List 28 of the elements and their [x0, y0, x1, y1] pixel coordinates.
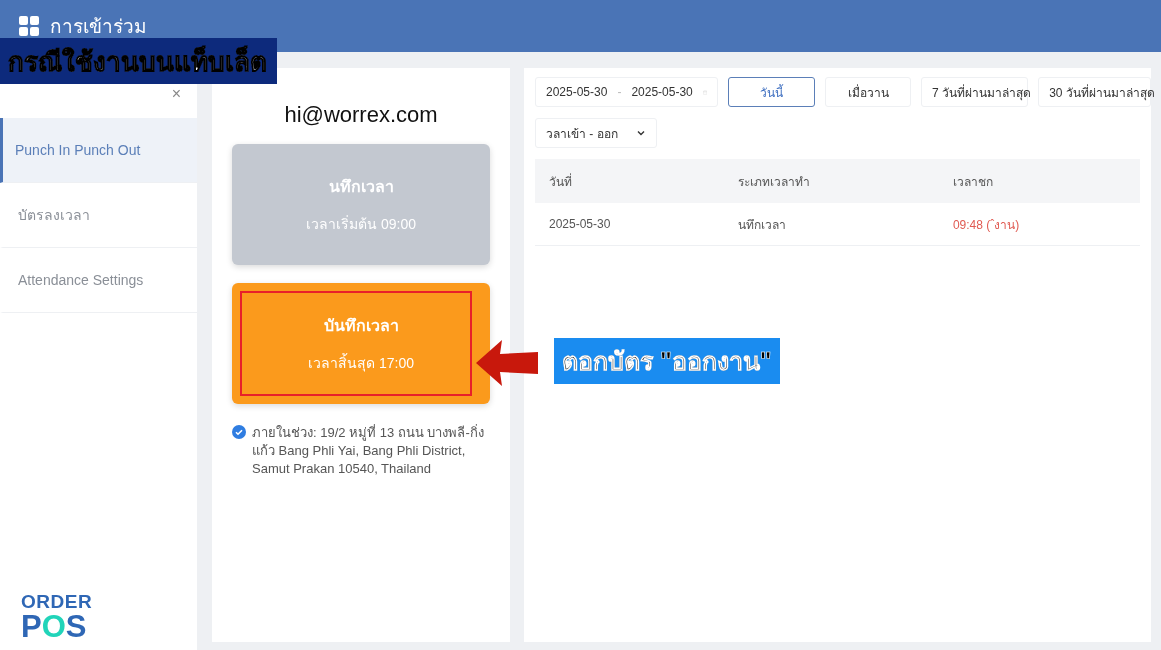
table-cell: 2025-05-30: [535, 203, 724, 246]
end-date: 2025-05-30: [631, 85, 693, 99]
column-header: ระเภทเวลาทำ: [723, 159, 939, 203]
location-text: ภายในช่วง: 19/2 หมู่ที่ 13 ถนน บางพลี-กิ่งแก้ว Bang Phli Yai, Bang Phli District, Samut Prakan 10540, Thailand: [252, 424, 485, 478]
logo-text: ORDER: [21, 592, 94, 611]
type-dropdown[interactable]: วลาเข้า - ออก: [535, 118, 657, 148]
table-cell: 09:48 (ˆงาน): [938, 203, 1140, 246]
arrow-icon: [474, 338, 540, 388]
date-range-field[interactable]: 2025-05-30 - 2025-05-30: [535, 77, 718, 107]
sidebar-item[interactable]: Punch In Punch Out: [0, 118, 197, 183]
column-header: เวลาชก: [938, 159, 1140, 203]
apps-grid-icon[interactable]: [18, 15, 40, 37]
table-cell: นทึกเวลา: [723, 203, 939, 246]
column-header: วันที่: [535, 159, 724, 203]
app-title: การเข้าร่วม: [50, 15, 147, 39]
start-date: 2025-05-30: [546, 85, 608, 99]
date-preset-button[interactable]: 7 วันที่ผ่านมาล่าสุด: [921, 77, 1029, 107]
date-separator: -: [617, 85, 622, 99]
logo-text: POS: [21, 611, 88, 642]
close-icon[interactable]: ×: [171, 86, 181, 102]
sidebar-item[interactable]: Attendance Settings: [0, 248, 197, 313]
date-preset-button[interactable]: เมื่อวาน: [825, 77, 911, 107]
callout-label: ตอกบัตร "ออกงาน": [554, 338, 780, 384]
user-email: hi@worrex.com: [284, 102, 438, 128]
chevron-down-icon: [636, 128, 646, 138]
date-preset-button[interactable]: วันนี้: [728, 77, 815, 107]
video-caption: กรณีใช้งานบนแท็บเล็ต: [0, 38, 277, 84]
sidebar-item[interactable]: บัตรลงเวลา: [0, 183, 197, 248]
